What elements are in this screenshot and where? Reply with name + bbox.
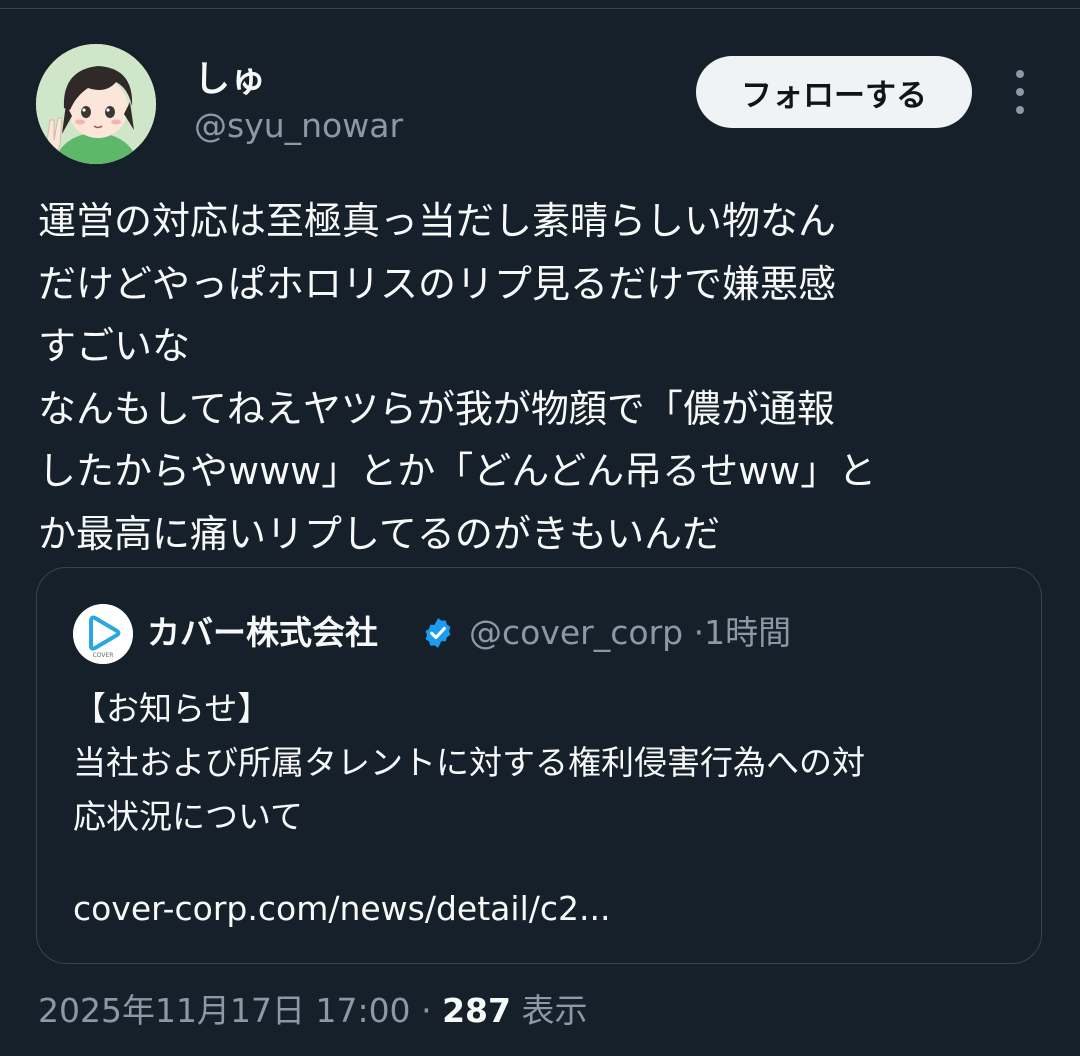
footer-separator: · [421,991,432,1030]
quote-author-avatar[interactable]: COVER [73,604,133,664]
cover-logo-text: COVER [93,652,114,659]
tweet-footer-meta: 2025年11月17日 17:00 · 287 表示 [38,988,587,1034]
author-avatar[interactable] [36,44,156,164]
tweet-text-line: だけどやっぱホロリスのリプ見るだけで嫌悪感 [38,261,837,306]
view-label: 表示 [521,991,588,1030]
cover-logo-icon: COVER [73,604,133,664]
quote-text-line: 【お知らせ】 [73,689,271,728]
author-handle[interactable]: @syu_nowar [194,106,403,146]
tweet-text-line: 運営の対応は至極真っ当だし素晴らしい物なん [38,199,837,243]
quote-meta-separator: · [693,613,705,652]
view-count: 287 [442,991,511,1030]
quote-text-line: 当社および所属タレントに対する権利侵害行為への対 [73,743,865,782]
avatar-illustration [36,44,156,164]
tweet-text-line: なんもしてねえヤツらが我が物顔で「儂が通報 [38,386,835,431]
tweet-text-line: したからやwww」とか「どんどん吊るせww」と [38,449,877,493]
more-dot [1016,88,1024,96]
quote-text: 【お知らせ】 当社および所属タレントに対する権利侵害行為への対 応状況について [73,682,1013,844]
quoted-tweet-card[interactable]: COVER カバー株式会社 @cover_corp ·1時間 【お知らせ】 当社… [36,567,1042,964]
more-vertical-icon[interactable] [1008,70,1032,114]
more-dot [1016,70,1024,78]
quote-link[interactable]: cover-corp.com/news/detail/c2... [73,884,610,934]
quote-time[interactable]: 1時間 [704,613,791,652]
follow-button[interactable]: フォローする [696,56,972,128]
quote-text-line: 応状況について [73,797,304,836]
top-divider [0,8,1080,9]
tweet-text-line: か最高に痛いリプしてるのがきもいんだ [38,511,721,556]
more-dot [1016,106,1024,114]
quote-author-name[interactable]: カバー株式会社 [147,610,378,656]
author-display-name[interactable]: しゅ [194,58,266,102]
tweet-text-line: すごいな [38,324,191,368]
tweet-text: 運営の対応は至極真っ当だし素晴らしい物なん だけどやっぱホロリスのリプ見るだけで… [38,190,1048,565]
tweet-timestamp[interactable]: 2025年11月17日 17:00 [38,991,411,1030]
quote-meta: @cover_corp ·1時間 [469,610,791,656]
quote-author-handle[interactable]: @cover_corp [469,613,683,652]
verified-badge-icon [425,618,451,648]
